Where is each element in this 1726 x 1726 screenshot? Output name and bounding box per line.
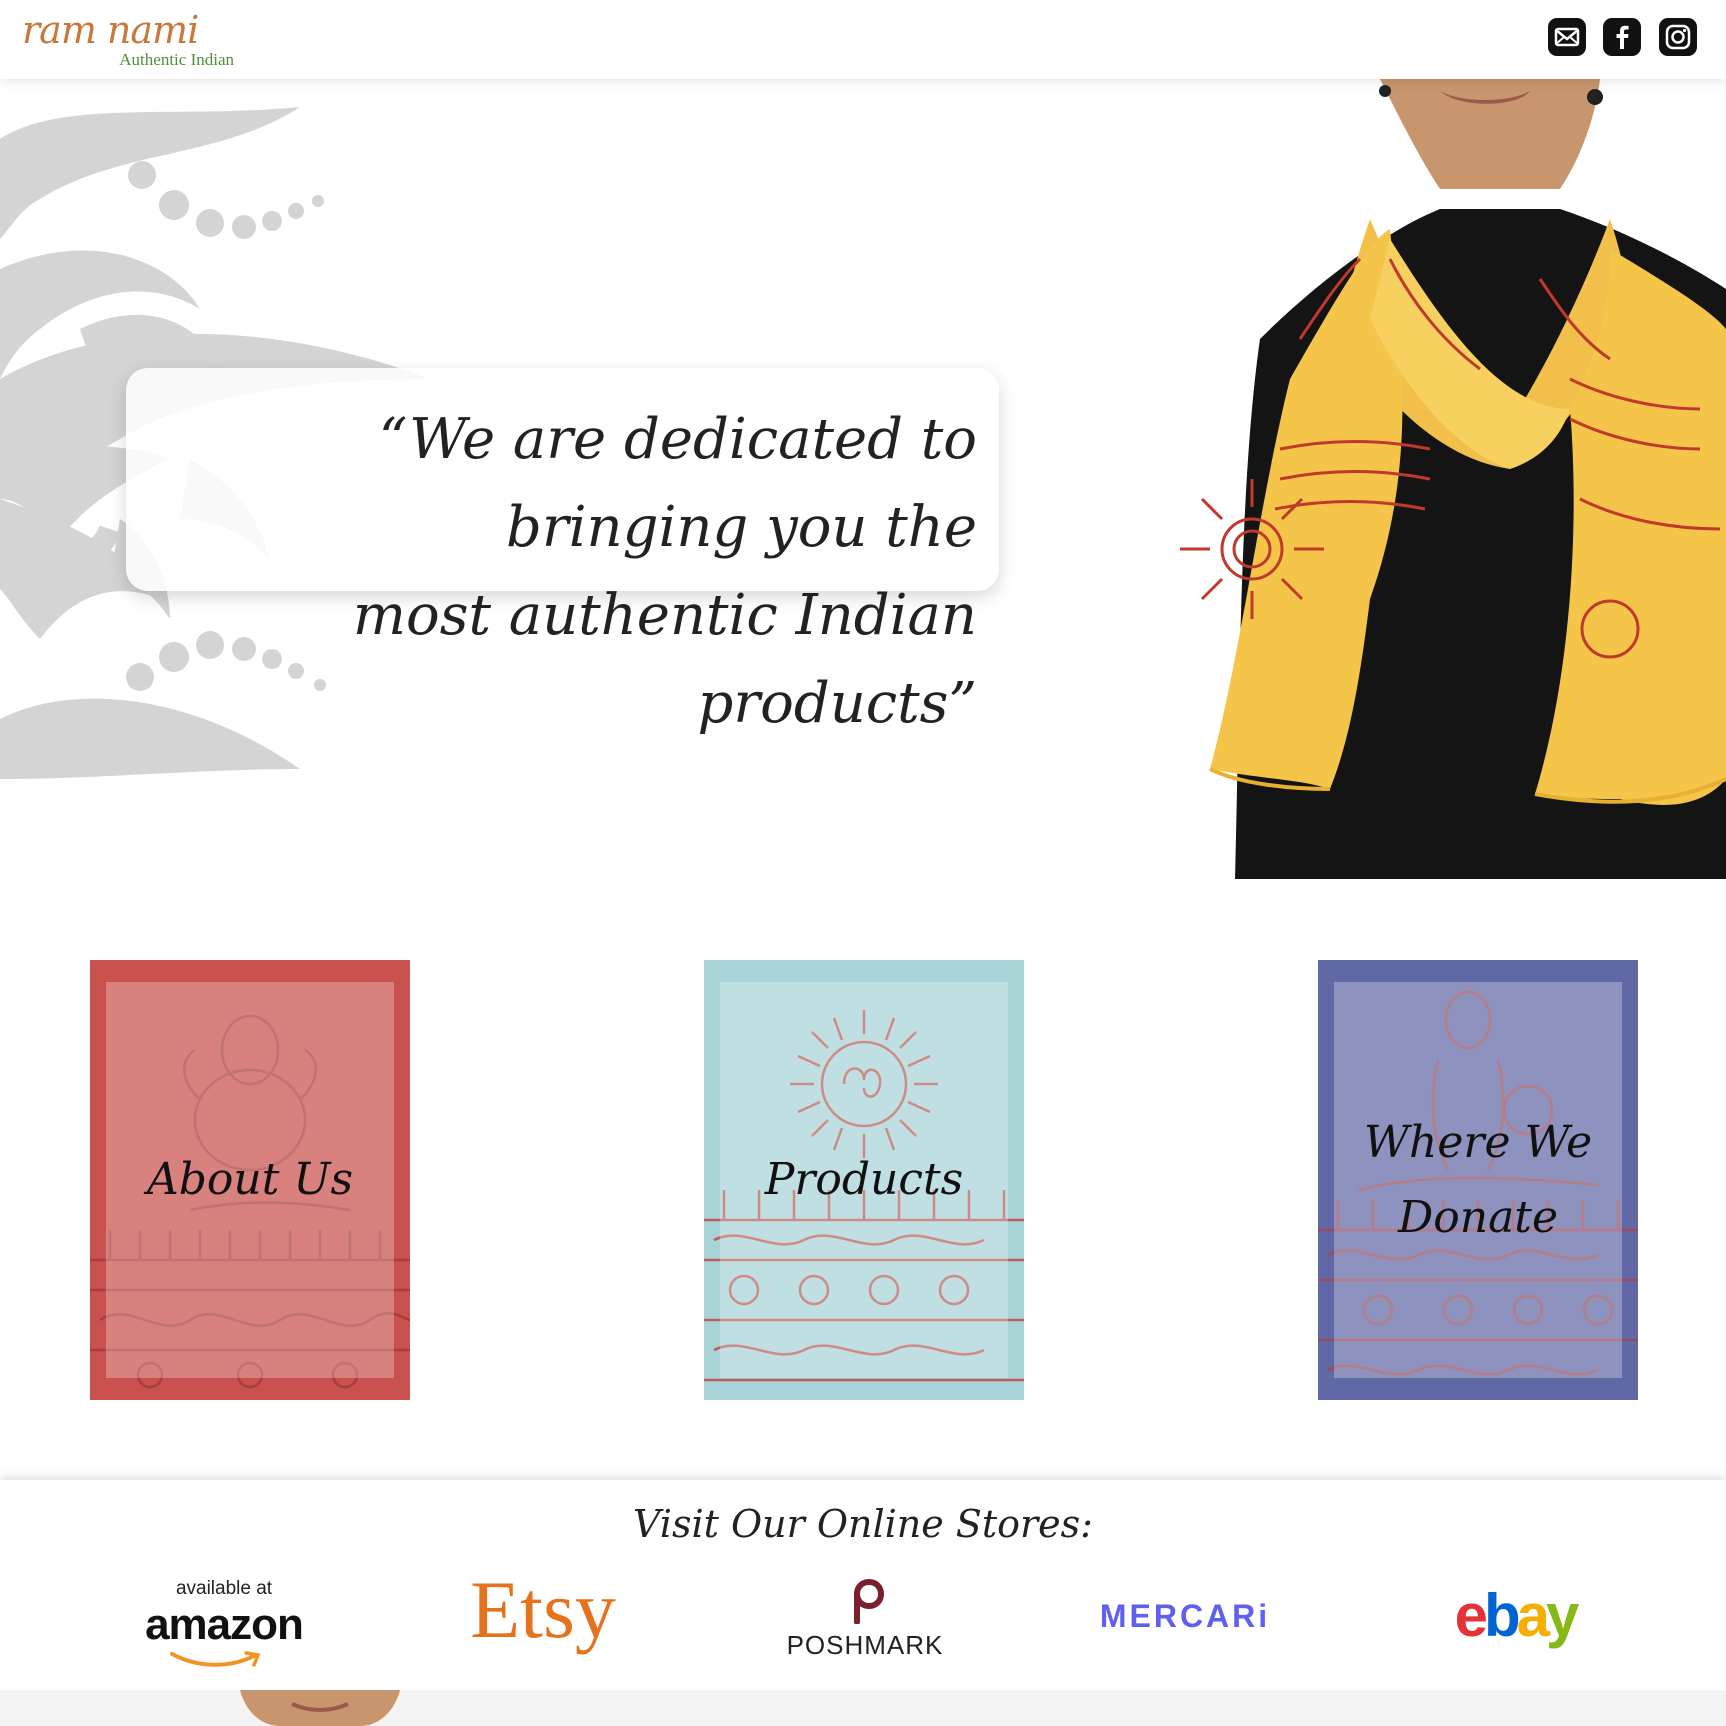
ebay-store-link[interactable]: ebay <box>1420 1576 1610 1656</box>
products-label: Products <box>764 1154 964 1205</box>
about-us-label: About Us <box>146 1154 354 1205</box>
etsy-store-link[interactable]: Etsy <box>448 1560 638 1660</box>
site-header: ram nami Authentic Indian <box>0 0 1726 79</box>
poshmark-wordmark: POSHMARK <box>786 1630 944 1660</box>
products-card[interactable]: Products <box>704 960 1024 1400</box>
quote-line-1: “We are dedicated to bringing you the <box>378 407 977 560</box>
mission-quote-box: “We are dedicated to bringing you the mo… <box>126 368 999 736</box>
where-we-donate-label-line-1: Where We <box>1363 1117 1593 1168</box>
ebay-letter-b: b <box>1483 1582 1521 1649</box>
ebay-letter-a: a <box>1516 1582 1550 1649</box>
where-we-donate-card[interactable]: Where We Donate <box>1318 960 1638 1400</box>
amazon-wordmark: amazon <box>145 1600 304 1649</box>
about-us-card[interactable]: About Us <box>90 960 410 1400</box>
stores-title: Visit Our Online Stores: <box>633 1502 1093 1546</box>
amazon-smile-icon <box>170 1651 261 1667</box>
hero-section: “We are dedicated to bringing you the mo… <box>0 79 1726 879</box>
site-logo[interactable]: ram nami Authentic Indian <box>22 8 234 70</box>
ebay-letter-y: y <box>1546 1582 1579 1649</box>
instagram-icon[interactable] <box>1659 18 1697 56</box>
amazon-available-at: available at <box>175 1578 273 1599</box>
mercari-store-link[interactable]: MERCARi <box>1090 1598 1280 1648</box>
facebook-icon[interactable] <box>1603 18 1641 56</box>
model-face-peek-image <box>240 1690 400 1726</box>
ebay-letter-e: e <box>1454 1582 1488 1649</box>
next-section-peek <box>0 1690 1726 1726</box>
quote-line-2: most authentic Indian products” <box>352 583 977 736</box>
where-we-donate-label-line-2: Donate <box>1397 1192 1559 1243</box>
poshmark-p-icon <box>854 1578 885 1624</box>
mail-icon[interactable] <box>1548 18 1586 56</box>
online-stores-section: Visit Our Online Stores: available at am… <box>0 1480 1726 1690</box>
logo-name: ram nami <box>22 8 199 52</box>
amazon-store-link[interactable]: available at amazon <box>134 1578 314 1668</box>
model-scarf-image <box>1180 79 1726 879</box>
logo-tagline: Authentic Indian <box>119 50 234 69</box>
mission-quote: “We are dedicated to bringing you the mo… <box>137 396 977 748</box>
poshmark-store-link[interactable]: POSHMARK <box>770 1578 960 1668</box>
